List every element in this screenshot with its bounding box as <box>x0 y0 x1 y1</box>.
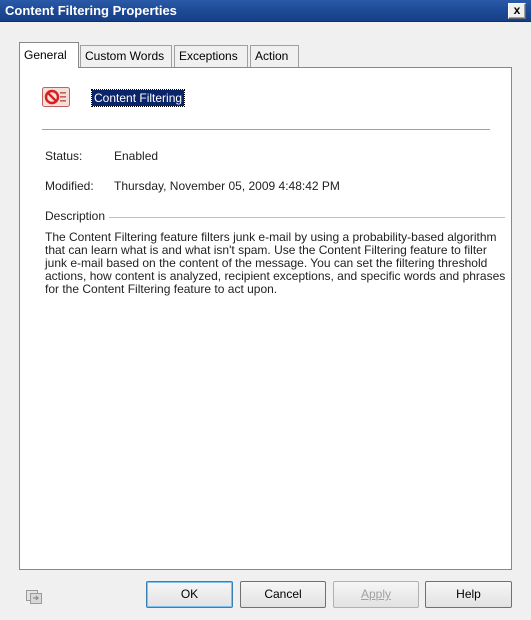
modified-label: Modified: <box>45 179 94 193</box>
close-icon: x <box>513 3 521 17</box>
status-value: Enabled <box>114 149 159 163</box>
modified-value: Thursday, November 05, 2009 4:48:42 PM <box>114 179 340 193</box>
tab-action-label: Action <box>255 49 289 63</box>
description-text: The Content Filtering feature filters ju… <box>45 230 506 296</box>
help-button[interactable]: Help <box>425 581 512 608</box>
tab-general[interactable]: General <box>19 42 79 68</box>
apply-button-label: Apply <box>360 587 392 601</box>
general-tab-panel: Content Filtering Status: Enabled Modifi… <box>19 67 512 570</box>
content-filter-icon <box>42 87 70 107</box>
tab-exceptions-label: Exceptions <box>179 49 238 63</box>
tab-custom-words[interactable]: Custom Words <box>80 45 172 67</box>
tab-action[interactable]: Action <box>250 45 299 67</box>
tab-custom-words-label: Custom Words <box>85 49 165 63</box>
status-label: Status: <box>45 149 83 163</box>
apply-button[interactable]: Apply <box>333 581 419 608</box>
description-separator <box>45 217 505 218</box>
ok-button[interactable]: OK <box>146 581 233 608</box>
feature-name-label[interactable]: Content Filtering <box>90 89 186 107</box>
tab-exceptions[interactable]: Exceptions <box>174 45 248 67</box>
cancel-button[interactable]: Cancel <box>240 581 326 608</box>
title-bar[interactable]: Content Filtering Properties x <box>0 0 531 22</box>
header-divider <box>42 129 490 131</box>
view-properties-icon[interactable] <box>26 590 42 604</box>
tab-general-label: General <box>24 48 67 62</box>
window-title: Content Filtering Properties <box>5 3 177 18</box>
close-button[interactable]: x <box>508 3 526 19</box>
description-label: Description <box>45 209 110 223</box>
